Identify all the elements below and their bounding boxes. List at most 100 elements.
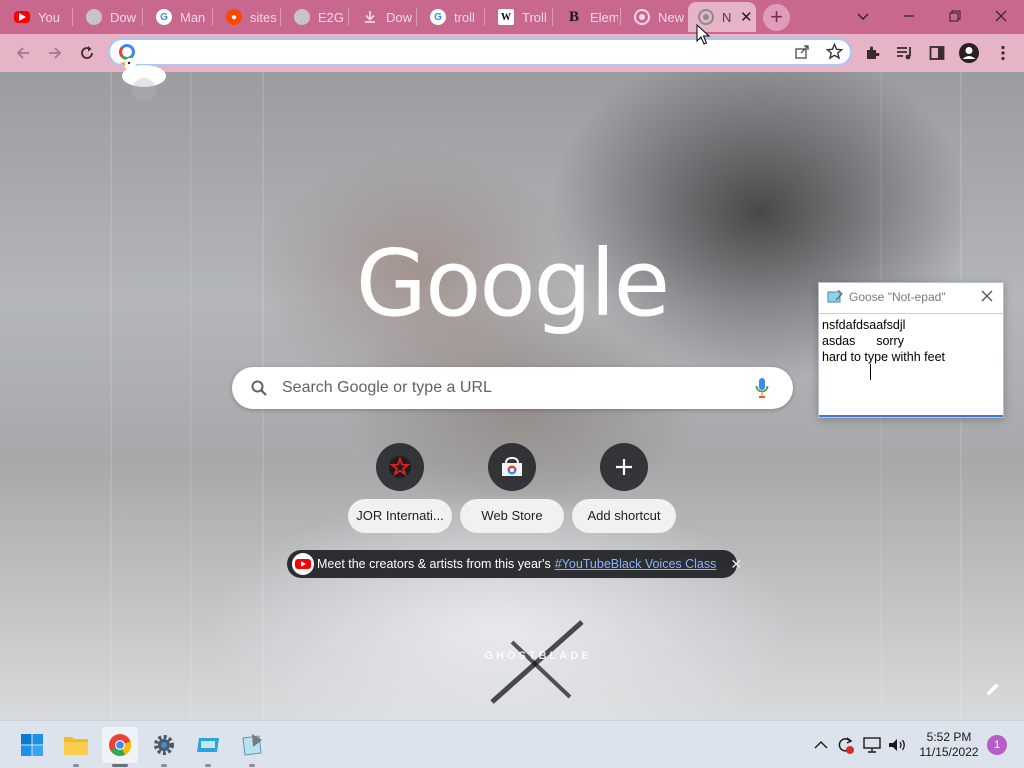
plus-icon: [616, 459, 632, 475]
share-icon[interactable]: [794, 44, 810, 65]
shortcut-tile[interactable]: [488, 443, 536, 491]
wikipedia-icon: W: [498, 9, 514, 25]
bookmark-star-icon[interactable]: [825, 42, 844, 65]
arrow-left-icon: [16, 47, 29, 59]
taskbar-clock[interactable]: 5:52 PM 11/15/2022: [914, 730, 984, 760]
media-playlist-icon: [897, 47, 911, 60]
address-bar[interactable]: [108, 38, 852, 66]
background-streak: [110, 72, 112, 720]
new-tab-button[interactable]: +: [763, 4, 790, 31]
tab-label: Dow: [386, 9, 413, 25]
tab-label: E2G: [318, 9, 345, 25]
address-input[interactable]: [142, 44, 782, 62]
close-icon: [995, 10, 1007, 22]
restore-button[interactable]: [932, 0, 978, 32]
tab-label: Dow: [110, 9, 137, 25]
menu-button[interactable]: [992, 42, 1014, 64]
shortcut-add[interactable]: Add shortcut: [572, 443, 676, 533]
side-panel-button[interactable]: [926, 42, 948, 64]
tab-strip: You Dow G Man ● sites E2G Dow G troll W …: [0, 0, 1024, 34]
notepad-accent-bar: [819, 415, 1003, 417]
search-box[interactable]: [232, 367, 793, 409]
profile-button[interactable]: [958, 42, 980, 64]
taskbar-notepad[interactable]: [234, 727, 270, 767]
promo-link[interactable]: #YouTubeBlack Voices Class: [555, 557, 717, 571]
blade-x-icon: [490, 620, 584, 704]
tab-elem[interactable]: B Elem: [552, 2, 620, 32]
notepad-close-button[interactable]: [979, 288, 995, 304]
wallpaper-logo: GHOSTBLADE: [482, 617, 594, 707]
tab-google-troll[interactable]: G troll: [416, 2, 484, 32]
minimize-button[interactable]: [886, 0, 932, 32]
shortcut-webstore[interactable]: Web Store: [460, 443, 564, 533]
promo-banner[interactable]: Meet the creators & artists from this ye…: [287, 550, 742, 578]
notepad-title: Goose "Not-epad": [849, 290, 946, 304]
background-streak: [190, 72, 192, 720]
tab-youtube[interactable]: You: [0, 2, 72, 32]
webstore-icon: [502, 456, 522, 476]
tab-wikipedia[interactable]: W Troll: [484, 2, 552, 32]
globe-icon: [86, 9, 102, 25]
show-hidden-icons-button[interactable]: [811, 735, 831, 755]
tab-label: sites: [250, 9, 277, 25]
tab-label: Elem: [590, 9, 618, 25]
tray-sync-status[interactable]: [835, 735, 855, 755]
tab-reddit[interactable]: ● sites: [212, 2, 280, 32]
pencil-icon: [987, 683, 999, 695]
reload-button[interactable]: [72, 38, 102, 68]
notepad-icon: [827, 290, 843, 303]
goose-icon: [120, 58, 166, 102]
media-control-button[interactable]: [894, 42, 916, 64]
windows-taskbar: 5:52 PM 11/15/2022 1: [0, 720, 1024, 768]
tray-volume[interactable]: [887, 735, 907, 755]
promo-close-icon[interactable]: ✕: [730, 556, 742, 573]
microphone-icon[interactable]: [755, 377, 769, 399]
back-button[interactable]: [8, 38, 38, 68]
notepad-text-area[interactable]: nsfdafdsaafsdjl asdas sorry hard to type…: [819, 313, 1003, 415]
tab-e2g[interactable]: E2G: [280, 2, 348, 32]
sync-error-icon: [838, 737, 854, 754]
notification-badge[interactable]: 1: [987, 735, 1007, 755]
promo-text: Meet the creators & artists from this ye…: [317, 557, 551, 571]
shortcut-tile[interactable]: [600, 443, 648, 491]
tab-download-1[interactable]: Dow: [72, 2, 142, 32]
tab-search-button[interactable]: [840, 0, 886, 32]
close-window-button[interactable]: [978, 0, 1024, 32]
forward-button[interactable]: [40, 38, 70, 68]
shortcut-label[interactable]: JOR Internati...: [348, 499, 452, 533]
youtube-icon: [291, 553, 315, 575]
google-icon: G: [430, 9, 446, 25]
youtube-icon: [14, 11, 30, 23]
folder-icon: [64, 737, 88, 755]
customize-button[interactable]: [982, 678, 1004, 700]
tab-label: Troll: [522, 9, 547, 25]
shortcut-tile[interactable]: [376, 443, 424, 491]
shortcut-label[interactable]: Add shortcut: [572, 499, 676, 533]
taskbar-settings[interactable]: [146, 727, 182, 767]
tab-label: Man: [180, 9, 206, 25]
close-tab-icon[interactable]: ✕: [740, 8, 753, 26]
more-vert-icon: [1001, 45, 1005, 61]
clock-date: 11/15/2022: [919, 745, 979, 759]
tab-google-1[interactable]: G Man: [142, 2, 212, 32]
tab-label: You: [38, 9, 60, 25]
shortcut-label[interactable]: Web Store: [460, 499, 564, 533]
taskbar-file-explorer[interactable]: [58, 727, 94, 767]
star-icon: [389, 456, 411, 478]
reddit-icon: ●: [226, 9, 242, 25]
goose-notepad-window[interactable]: Goose "Not-epad" nsfdafdsaafsdjl asdas s…: [818, 282, 1004, 418]
tab-new-1[interactable]: New: [620, 2, 688, 32]
taskbar-app-window[interactable]: [190, 727, 226, 767]
download-icon: [362, 9, 378, 25]
tray-network[interactable]: [862, 735, 882, 755]
tab-download-2[interactable]: Dow: [348, 2, 416, 32]
shortcut-jor[interactable]: JOR Internati...: [348, 443, 452, 533]
globe-icon: [294, 9, 310, 25]
start-button[interactable]: [14, 727, 50, 763]
network-icon: [863, 737, 881, 753]
side-panel-icon: [929, 46, 945, 60]
taskbar-chrome[interactable]: [102, 727, 138, 767]
notepad-titlebar[interactable]: Goose "Not-epad": [819, 283, 1003, 311]
search-input[interactable]: [282, 378, 742, 398]
extensions-button[interactable]: [862, 42, 884, 64]
